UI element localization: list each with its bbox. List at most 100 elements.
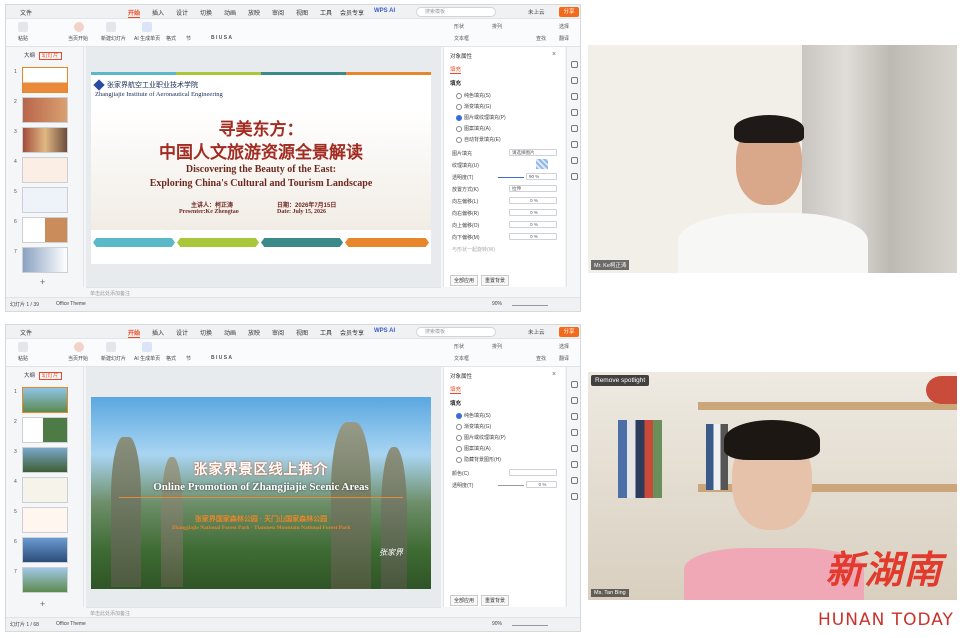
slide-thumb-6[interactable] [22, 217, 68, 243]
transparency-slider[interactable] [498, 485, 524, 486]
find-button[interactable]: 查找 [536, 35, 546, 42]
menu-file[interactable]: 文件 [20, 328, 32, 337]
slide-thumb-2[interactable] [22, 97, 68, 123]
section-button[interactable]: 节 [186, 35, 191, 42]
ai-generate-button[interactable]: AI 生成单页 [134, 35, 160, 42]
shape-button[interactable]: 形状 [454, 343, 464, 350]
fill-option-solid[interactable]: 纯色填充(S) [456, 92, 491, 99]
zoom-slider[interactable] [512, 305, 548, 306]
tool-icon[interactable] [571, 413, 578, 420]
menu-member[interactable]: 会员专享 [340, 328, 364, 337]
slide-thumb-6[interactable] [22, 537, 68, 563]
transparency-input[interactable]: 0 % [526, 481, 557, 488]
menu-review[interactable]: 审阅 [272, 8, 284, 17]
shape-button[interactable]: 形状 [454, 23, 464, 30]
textbox-button[interactable]: 文本框 [454, 35, 469, 42]
fill-option-solid[interactable]: 纯色填充(S) [456, 412, 491, 419]
tool-icon[interactable] [571, 381, 578, 388]
tool-icon[interactable] [571, 493, 578, 500]
reset-background-button[interactable]: 重置背景 [481, 275, 510, 286]
fill-option-picture[interactable]: 图片或纹理填充(P) [456, 434, 506, 441]
textbox-button[interactable]: 文本框 [454, 355, 469, 362]
menu-home[interactable]: 开始 [128, 8, 141, 18]
notes-area[interactable]: 单击此处添加备注 [86, 607, 441, 617]
tool-icon[interactable] [571, 173, 578, 180]
tool-icon[interactable] [571, 141, 578, 148]
menu-transition[interactable]: 切换 [200, 328, 212, 337]
format-button[interactable]: 格式 [166, 35, 176, 42]
tool-icon[interactable] [571, 61, 578, 68]
notes-area[interactable]: 单击此处添加备注 [86, 287, 441, 297]
share-button[interactable]: 分享 [559, 327, 579, 337]
slide-thumb-1[interactable] [22, 67, 68, 93]
fill-option-gradient[interactable]: 渐变填充(G) [456, 103, 491, 110]
fill-option-hide-bg[interactable]: 隐藏背景图形(H) [456, 456, 501, 463]
video-tile-presenter[interactable]: Mr. Ke柯正涛 [588, 45, 957, 273]
offset-left-input[interactable]: 0 % [509, 197, 557, 204]
menu-tools[interactable]: 工具 [320, 8, 332, 17]
tool-icon[interactable] [571, 93, 578, 100]
slide-thumb-2[interactable] [22, 417, 68, 443]
tab-slides[interactable]: 幻灯片 [39, 52, 62, 60]
wps-ai-button[interactable]: WPS AI [374, 8, 395, 14]
slide-thumb-4[interactable] [22, 157, 68, 183]
select-button[interactable]: 选择 [559, 23, 569, 30]
fill-option-auto[interactable]: 自动背景填充(E) [456, 136, 501, 143]
tab-fill[interactable]: 填充 [450, 65, 462, 74]
tool-icon[interactable] [571, 157, 578, 164]
tool-icon[interactable] [571, 429, 578, 436]
menu-file[interactable]: 文件 [20, 8, 32, 17]
zoom-level[interactable]: 90% [492, 301, 502, 307]
slide-thumb-5[interactable] [22, 507, 68, 533]
search-input[interactable]: 搜索模板 [416, 327, 496, 337]
apply-all-button[interactable]: 全部应用 [450, 275, 479, 286]
tab-fill[interactable]: 填充 [450, 385, 462, 394]
slide-thumb-3[interactable] [22, 447, 68, 473]
texture-swatch[interactable] [536, 159, 548, 169]
tab-outline[interactable]: 大纲 [24, 53, 35, 59]
select-button[interactable]: 选择 [559, 343, 569, 350]
from-current-button[interactable]: 当页开始 [68, 35, 88, 42]
add-slide-icon[interactable]: + [40, 277, 45, 287]
menu-animation[interactable]: 动画 [224, 8, 236, 17]
fill-option-gradient[interactable]: 渐变填充(G) [456, 423, 491, 430]
zoom-level[interactable]: 90% [492, 621, 502, 627]
slide-current[interactable]: 张家界景区线上推介 Online Promotion of Zhangjiaji… [91, 397, 431, 589]
menu-view[interactable]: 视图 [296, 328, 308, 337]
transparency-input[interactable]: 90 % [526, 173, 557, 180]
close-icon[interactable]: × [552, 51, 556, 58]
slide-thumb-5[interactable] [22, 187, 68, 213]
zoom-slider[interactable] [512, 625, 548, 626]
new-slide-button[interactable]: 新建幻灯片 [101, 35, 126, 42]
add-slide-icon[interactable]: + [40, 599, 45, 609]
offset-bottom-input[interactable]: 0 % [509, 233, 557, 240]
close-icon[interactable]: × [552, 371, 556, 378]
search-input[interactable]: 搜索模板 [416, 7, 496, 17]
menu-review[interactable]: 审阅 [272, 328, 284, 337]
remove-spotlight-button[interactable]: Remove spotlight [591, 375, 650, 386]
menu-transition[interactable]: 切换 [200, 8, 212, 17]
new-slide-button[interactable]: 新建幻灯片 [101, 355, 126, 362]
slide-thumb-4[interactable] [22, 477, 68, 503]
cloud-status[interactable]: 未上云 [528, 328, 545, 336]
reset-background-button[interactable]: 重置背景 [481, 595, 510, 606]
menu-view[interactable]: 视图 [296, 8, 308, 17]
slide-thumb-7[interactable] [22, 567, 68, 593]
color-select[interactable] [509, 469, 557, 476]
tool-icon[interactable] [571, 461, 578, 468]
slide-thumb-1[interactable] [22, 387, 68, 413]
menu-slideshow[interactable]: 放映 [248, 8, 260, 17]
menu-design[interactable]: 设计 [176, 8, 188, 17]
menu-animation[interactable]: 动画 [224, 328, 236, 337]
picture-source-select[interactable]: 请选择图片 [509, 149, 557, 156]
slide-current[interactable]: 张家界航空工业职业技术学院 Zhangjiajie Institute of A… [91, 72, 431, 264]
paste-button[interactable]: 粘贴 [18, 355, 28, 362]
menu-insert[interactable]: 插入 [152, 328, 164, 337]
cloud-status[interactable]: 未上云 [528, 8, 545, 16]
apply-all-button[interactable]: 全部应用 [450, 595, 479, 606]
paste-button[interactable]: 粘贴 [18, 35, 28, 42]
tool-icon[interactable] [571, 125, 578, 132]
wps-ai-button[interactable]: WPS AI [374, 328, 395, 334]
tool-icon[interactable] [571, 445, 578, 452]
translate-button[interactable]: 翻译 [559, 35, 569, 42]
